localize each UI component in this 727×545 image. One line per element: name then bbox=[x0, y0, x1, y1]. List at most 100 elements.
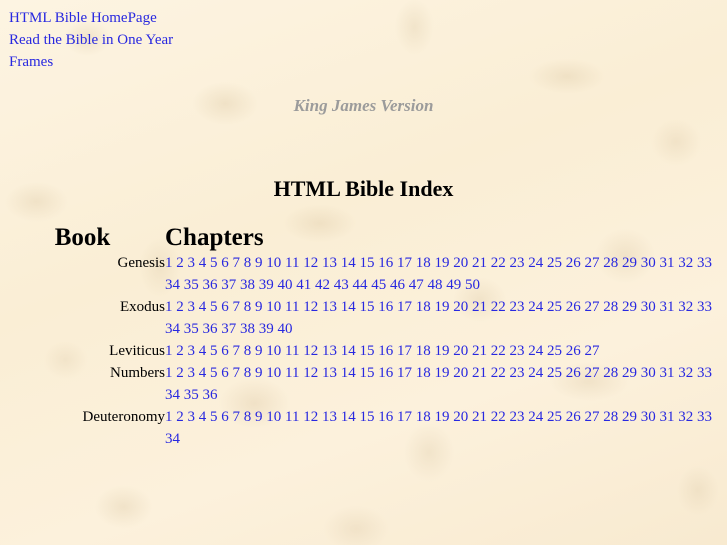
chapter-link[interactable]: 12 bbox=[303, 409, 318, 425]
chapter-link[interactable]: 8 bbox=[244, 299, 252, 315]
chapter-link[interactable]: 27 bbox=[584, 299, 599, 315]
chapter-link[interactable]: 11 bbox=[285, 299, 299, 315]
chapter-link[interactable]: 19 bbox=[434, 365, 449, 381]
chapter-link[interactable]: 12 bbox=[303, 343, 318, 359]
chapter-link[interactable]: 13 bbox=[322, 255, 337, 271]
chapter-link[interactable]: 9 bbox=[255, 409, 263, 425]
chapter-link[interactable]: 29 bbox=[622, 365, 637, 381]
chapter-link[interactable]: 14 bbox=[341, 299, 356, 315]
chapter-link[interactable]: 22 bbox=[491, 409, 506, 425]
chapter-link[interactable]: 26 bbox=[566, 255, 581, 271]
chapter-link[interactable]: 12 bbox=[303, 299, 318, 315]
chapter-link[interactable]: 30 bbox=[641, 299, 656, 315]
chapter-link[interactable]: 22 bbox=[491, 255, 506, 271]
chapter-link[interactable]: 16 bbox=[378, 299, 393, 315]
chapter-link[interactable]: 27 bbox=[584, 409, 599, 425]
chapter-link[interactable]: 2 bbox=[176, 365, 184, 381]
chapter-link[interactable]: 3 bbox=[188, 365, 196, 381]
chapter-link[interactable]: 26 bbox=[566, 299, 581, 315]
chapter-link[interactable]: 1 bbox=[165, 255, 173, 271]
chapter-link[interactable]: 32 bbox=[678, 365, 693, 381]
chapter-link[interactable]: 17 bbox=[397, 409, 412, 425]
chapter-link[interactable]: 45 bbox=[371, 277, 386, 293]
chapter-link[interactable]: 1 bbox=[165, 299, 173, 315]
chapter-link[interactable]: 2 bbox=[176, 343, 184, 359]
chapter-link[interactable]: 48 bbox=[428, 277, 443, 293]
chapter-link[interactable]: 28 bbox=[603, 409, 618, 425]
chapter-link[interactable]: 14 bbox=[341, 343, 356, 359]
chapter-link[interactable]: 2 bbox=[176, 299, 184, 315]
chapter-link[interactable]: 4 bbox=[199, 299, 207, 315]
chapter-link[interactable]: 43 bbox=[334, 277, 349, 293]
chapter-link[interactable]: 10 bbox=[266, 409, 281, 425]
chapter-link[interactable]: 6 bbox=[221, 299, 229, 315]
chapter-link[interactable]: 21 bbox=[472, 343, 487, 359]
chapter-link[interactable]: 8 bbox=[244, 365, 252, 381]
chapter-link[interactable]: 3 bbox=[188, 343, 196, 359]
chapter-link[interactable]: 24 bbox=[528, 343, 543, 359]
chapter-link[interactable]: 7 bbox=[233, 255, 241, 271]
chapter-link[interactable]: 14 bbox=[341, 409, 356, 425]
chapter-link[interactable]: 49 bbox=[446, 277, 461, 293]
chapter-link[interactable]: 33 bbox=[697, 299, 712, 315]
chapter-link[interactable]: 20 bbox=[453, 365, 468, 381]
chapter-link[interactable]: 9 bbox=[255, 343, 263, 359]
chapter-link[interactable]: 4 bbox=[199, 365, 207, 381]
chapter-link[interactable]: 27 bbox=[584, 343, 599, 359]
chapter-link[interactable]: 15 bbox=[359, 409, 374, 425]
chapter-link[interactable]: 20 bbox=[453, 299, 468, 315]
chapter-link[interactable]: 37 bbox=[221, 321, 236, 337]
chapter-link[interactable]: 33 bbox=[697, 365, 712, 381]
chapter-link[interactable]: 30 bbox=[641, 255, 656, 271]
chapter-link[interactable]: 11 bbox=[285, 255, 299, 271]
chapter-link[interactable]: 24 bbox=[528, 365, 543, 381]
chapter-link[interactable]: 19 bbox=[434, 255, 449, 271]
nav-link-homepage[interactable]: HTML Bible HomePage bbox=[9, 7, 173, 29]
chapter-link[interactable]: 3 bbox=[188, 409, 196, 425]
chapter-link[interactable]: 29 bbox=[622, 255, 637, 271]
nav-link-frames[interactable]: Frames bbox=[9, 51, 173, 73]
chapter-link[interactable]: 11 bbox=[285, 343, 299, 359]
chapter-link[interactable]: 1 bbox=[165, 409, 173, 425]
chapter-link[interactable]: 3 bbox=[188, 255, 196, 271]
chapter-link[interactable]: 13 bbox=[322, 409, 337, 425]
chapter-link[interactable]: 26 bbox=[566, 409, 581, 425]
chapter-link[interactable]: 25 bbox=[547, 299, 562, 315]
chapter-link[interactable]: 35 bbox=[184, 387, 199, 403]
chapter-link[interactable]: 16 bbox=[378, 255, 393, 271]
chapter-link[interactable]: 28 bbox=[603, 365, 618, 381]
chapter-link[interactable]: 34 bbox=[165, 277, 180, 293]
chapter-link[interactable]: 13 bbox=[322, 365, 337, 381]
chapter-link[interactable]: 6 bbox=[221, 365, 229, 381]
chapter-link[interactable]: 4 bbox=[199, 255, 207, 271]
chapter-link[interactable]: 31 bbox=[659, 255, 674, 271]
chapter-link[interactable]: 17 bbox=[397, 299, 412, 315]
chapter-link[interactable]: 16 bbox=[378, 409, 393, 425]
chapter-link[interactable]: 7 bbox=[233, 343, 241, 359]
chapter-link[interactable]: 20 bbox=[453, 255, 468, 271]
chapter-link[interactable]: 7 bbox=[233, 409, 241, 425]
chapter-link[interactable]: 16 bbox=[378, 343, 393, 359]
chapter-link[interactable]: 9 bbox=[255, 299, 263, 315]
chapter-link[interactable]: 6 bbox=[221, 255, 229, 271]
chapter-link[interactable]: 4 bbox=[199, 343, 207, 359]
chapter-link[interactable]: 38 bbox=[240, 321, 255, 337]
chapter-link[interactable]: 36 bbox=[203, 321, 218, 337]
chapter-link[interactable]: 22 bbox=[491, 365, 506, 381]
chapter-link[interactable]: 33 bbox=[697, 409, 712, 425]
chapter-link[interactable]: 22 bbox=[491, 299, 506, 315]
chapter-link[interactable]: 12 bbox=[303, 255, 318, 271]
chapter-link[interactable]: 14 bbox=[341, 365, 356, 381]
chapter-link[interactable]: 25 bbox=[547, 365, 562, 381]
chapter-link[interactable]: 15 bbox=[359, 365, 374, 381]
chapter-link[interactable]: 31 bbox=[659, 409, 674, 425]
chapter-link[interactable]: 41 bbox=[296, 277, 311, 293]
chapter-link[interactable]: 13 bbox=[322, 343, 337, 359]
chapter-link[interactable]: 35 bbox=[184, 277, 199, 293]
chapter-link[interactable]: 5 bbox=[210, 365, 218, 381]
chapter-link[interactable]: 29 bbox=[622, 299, 637, 315]
chapter-link[interactable]: 36 bbox=[203, 387, 218, 403]
chapter-link[interactable]: 40 bbox=[278, 277, 293, 293]
nav-link-one-year[interactable]: Read the Bible in One Year bbox=[9, 29, 173, 51]
chapter-link[interactable]: 10 bbox=[266, 365, 281, 381]
